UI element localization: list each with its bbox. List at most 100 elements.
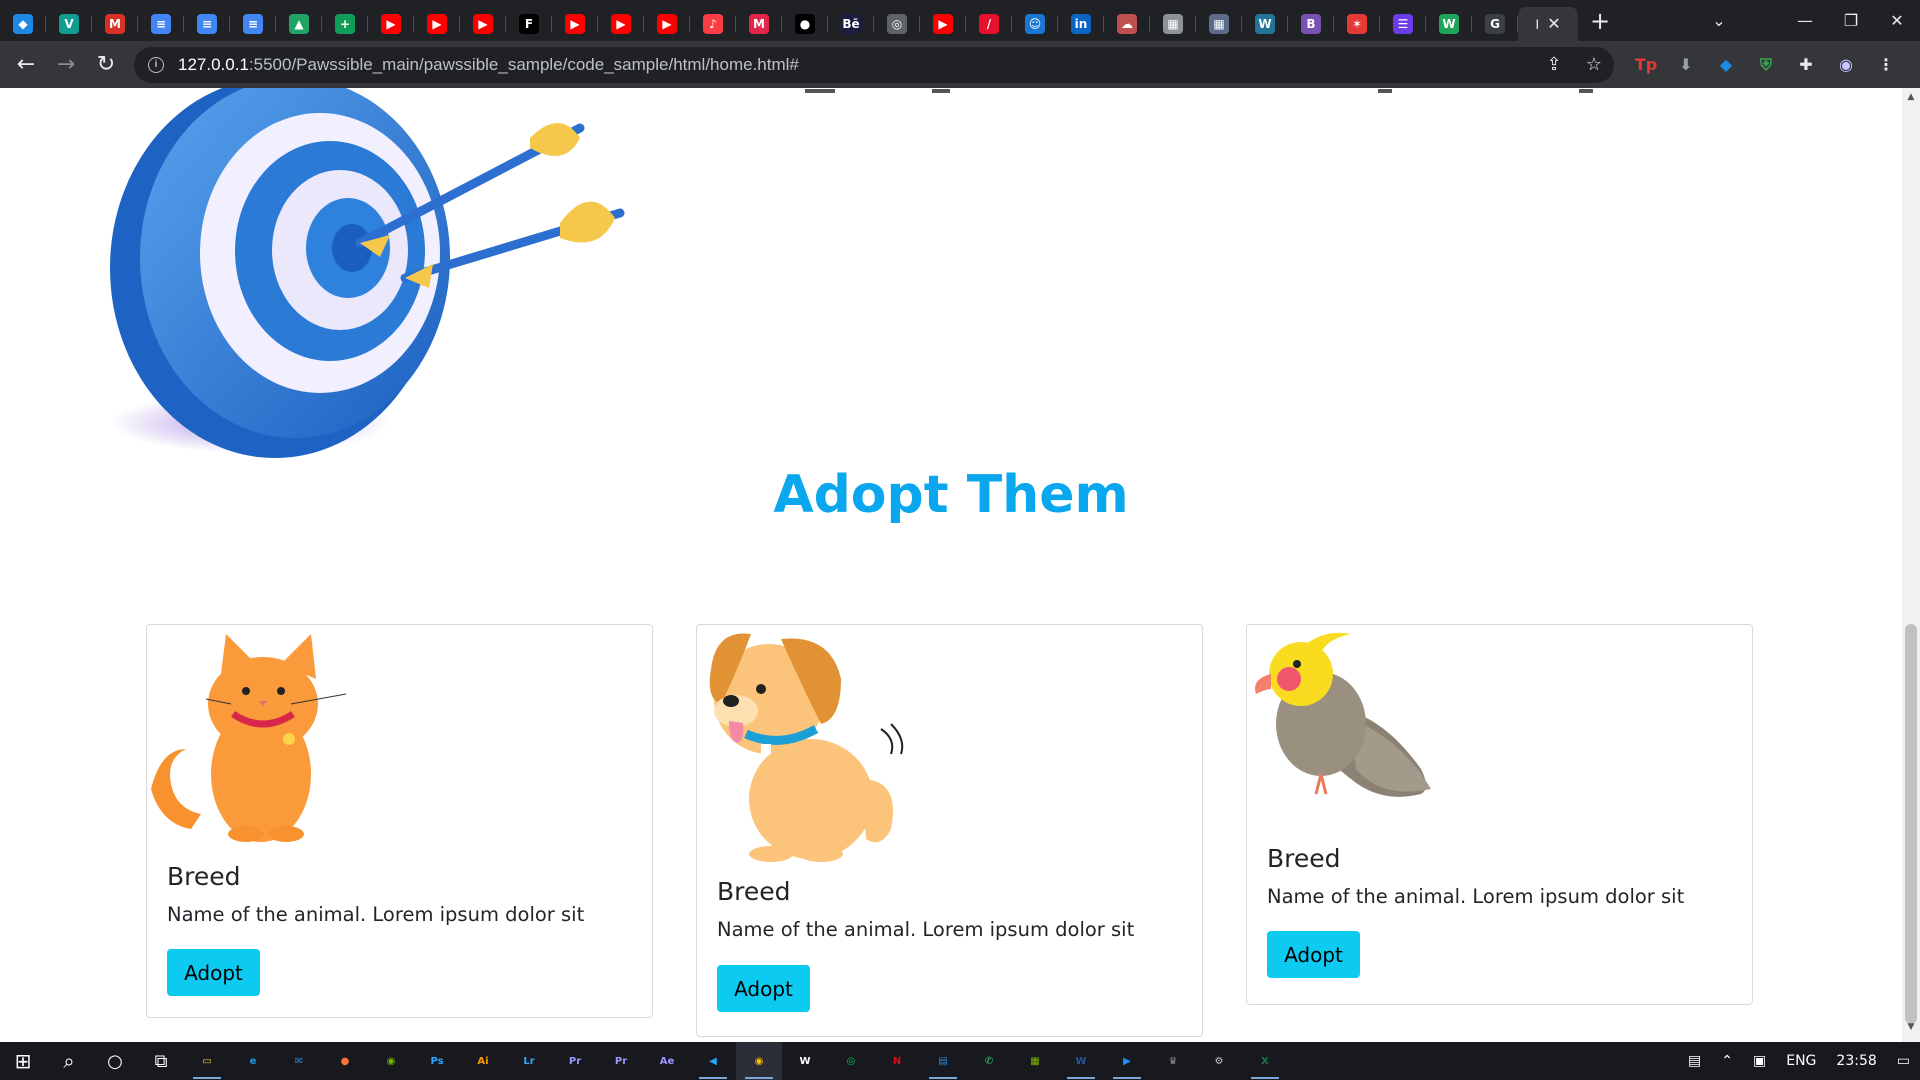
minimize-button[interactable]: — <box>1782 11 1828 30</box>
browser-tab[interactable]: M <box>92 7 138 41</box>
taskbar-app[interactable]: ✉ <box>276 1042 322 1080</box>
browser-tab[interactable]: ≡ <box>184 7 230 41</box>
taskbar-app[interactable]: ◉ <box>368 1042 414 1080</box>
search-button[interactable]: ⌕ <box>46 1042 92 1080</box>
browser-tab[interactable]: ✶ <box>1334 7 1380 41</box>
taskbar-app[interactable]: ▦ <box>1012 1042 1058 1080</box>
browser-tab[interactable]: B <box>1288 7 1334 41</box>
taskbar-app[interactable]: e <box>230 1042 276 1080</box>
browser-tab[interactable]: Bē <box>828 7 874 41</box>
page-scrollbar[interactable]: ▲ ▼ <box>1902 88 1920 1042</box>
taskbar-app[interactable]: ▭ <box>184 1042 230 1080</box>
clock[interactable]: 23:58 <box>1836 1053 1876 1069</box>
taskbar-app[interactable]: ♛ <box>1150 1042 1196 1080</box>
display-icon[interactable]: ▣ <box>1753 1053 1766 1069</box>
cortana-button[interactable]: ○ <box>92 1042 138 1080</box>
taskbar-app[interactable]: ▶ <box>1104 1042 1150 1080</box>
taskbar-app[interactable]: ◉ <box>736 1042 782 1080</box>
close-tab-icon[interactable]: ✕ <box>1547 14 1560 33</box>
browser-tab[interactable]: ▦ <box>1150 7 1196 41</box>
browser-tab[interactable]: + <box>322 7 368 41</box>
browser-tab[interactable]: ♪ <box>690 7 736 41</box>
browser-tab[interactable]: ▲ <box>276 7 322 41</box>
taskbar-app[interactable]: Pr <box>598 1042 644 1080</box>
taskbar-app[interactable]: ✆ <box>966 1042 1012 1080</box>
new-tab-button[interactable]: + <box>1578 7 1622 35</box>
back-button[interactable]: ← <box>6 45 46 85</box>
adopt-button[interactable]: Adopt <box>1267 931 1360 978</box>
forward-button[interactable]: → <box>46 45 86 85</box>
file-explorer-icon: ▭ <box>202 1055 212 1067</box>
browser-tab[interactable]: / <box>966 7 1012 41</box>
after-effects-icon: Ae <box>659 1055 675 1067</box>
browser-tab[interactable]: ▶ <box>598 7 644 41</box>
shield-extension-icon[interactable]: ⛨ <box>1746 55 1786 75</box>
news-widget-icon[interactable]: ▤ <box>1688 1053 1701 1069</box>
taskbar-app[interactable]: X <box>1242 1042 1288 1080</box>
browser-tab[interactable]: in <box>1058 7 1104 41</box>
taskbar-app[interactable]: ◀ <box>690 1042 736 1080</box>
taskbar-app[interactable]: ● <box>322 1042 368 1080</box>
card-breed: Breed <box>1267 844 1341 873</box>
address-bar[interactable]: i 127.0.0.1:5500/Pawssible_main/pawssibl… <box>134 46 1614 83</box>
profile-avatar-icon[interactable]: ◉ <box>1826 55 1866 74</box>
scrollbar-thumb[interactable] <box>1905 624 1917 1024</box>
maximize-button[interactable]: ❐ <box>1828 11 1874 30</box>
notifications-icon[interactable]: ▭ <box>1897 1053 1910 1069</box>
active-tab[interactable]: I ✕ <box>1518 6 1578 41</box>
scroll-down-arrow-icon[interactable]: ▼ <box>1902 1022 1920 1038</box>
browser-tab[interactable]: ▶ <box>368 7 414 41</box>
tray-overflow-icon[interactable]: ⌃ <box>1721 1053 1733 1069</box>
browser-tab[interactable]: ◎ <box>874 7 920 41</box>
browser-tab[interactable]: ≡ <box>138 7 184 41</box>
browser-tab[interactable]: G <box>1472 7 1518 41</box>
task-view-button[interactable]: ⧉ <box>138 1042 184 1080</box>
adopt-button[interactable]: Adopt <box>167 949 260 996</box>
browser-tab[interactable]: ≡ <box>230 7 276 41</box>
start-button[interactable]: ⊞ <box>0 1042 46 1080</box>
language-indicator[interactable]: ENG <box>1786 1053 1816 1069</box>
browser-tab[interactable]: ◆ <box>0 7 46 41</box>
tab-search-icon[interactable]: ⌄ <box>1696 11 1742 30</box>
browser-tab[interactable]: ☰ <box>1380 7 1426 41</box>
browser-tab[interactable]: ☺ <box>1012 7 1058 41</box>
puzzle-extensions-icon[interactable]: ✚ <box>1786 55 1826 74</box>
browser-tab[interactable]: ▶ <box>460 7 506 41</box>
taskbar-app[interactable]: Pr <box>552 1042 598 1080</box>
browser-tab[interactable]: F <box>506 7 552 41</box>
browser-tab[interactable]: W <box>1242 7 1288 41</box>
adopt-button[interactable]: Adopt <box>717 965 810 1012</box>
taskbar-app[interactable]: Lr <box>506 1042 552 1080</box>
scroll-up-arrow-icon[interactable]: ▲ <box>1902 92 1920 108</box>
bookmark-star-icon[interactable]: ☆ <box>1574 54 1614 75</box>
browser-tab[interactable]: ▶ <box>552 7 598 41</box>
browser-tab[interactable]: M <box>736 7 782 41</box>
close-window-button[interactable]: ✕ <box>1874 11 1920 30</box>
browser-tab[interactable]: ▶ <box>920 7 966 41</box>
taskbar-app[interactable]: N <box>874 1042 920 1080</box>
site-info-icon[interactable]: i <box>148 56 164 73</box>
gem-extension-icon[interactable]: ◆ <box>1706 55 1746 74</box>
taskbar-app[interactable]: W <box>1058 1042 1104 1080</box>
taskbar-app[interactable]: ◎ <box>828 1042 874 1080</box>
browser-tab[interactable]: ▶ <box>414 7 460 41</box>
gem-icon: ◆ <box>13 13 33 34</box>
download-extension-icon[interactable]: ⬇ <box>1666 55 1706 74</box>
taskbar-app[interactable]: W <box>782 1042 828 1080</box>
taskbar-app[interactable]: Ps <box>414 1042 460 1080</box>
browser-tab[interactable]: ▶ <box>644 7 690 41</box>
browser-tab[interactable]: ☁ <box>1104 7 1150 41</box>
share-icon[interactable]: ⇪ <box>1534 54 1574 75</box>
reload-button[interactable]: ↻ <box>86 45 126 85</box>
browser-tab[interactable]: ▦ <box>1196 7 1242 41</box>
browser-tab[interactable]: W <box>1426 7 1472 41</box>
menu-kebab-icon[interactable]: ⋮ <box>1866 55 1906 74</box>
browser-tab[interactable]: ● <box>782 7 828 41</box>
taskbar-app[interactable]: ▤ <box>920 1042 966 1080</box>
tp-extension-icon[interactable]: Tp <box>1626 55 1666 74</box>
taskbar-app[interactable]: ⚙ <box>1196 1042 1242 1080</box>
browser-tab[interactable]: V <box>46 7 92 41</box>
taskbar-app[interactable]: Ai <box>460 1042 506 1080</box>
url-text[interactable]: 127.0.0.1:5500/Pawssible_main/pawssible_… <box>178 55 799 75</box>
taskbar-app[interactable]: Ae <box>644 1042 690 1080</box>
